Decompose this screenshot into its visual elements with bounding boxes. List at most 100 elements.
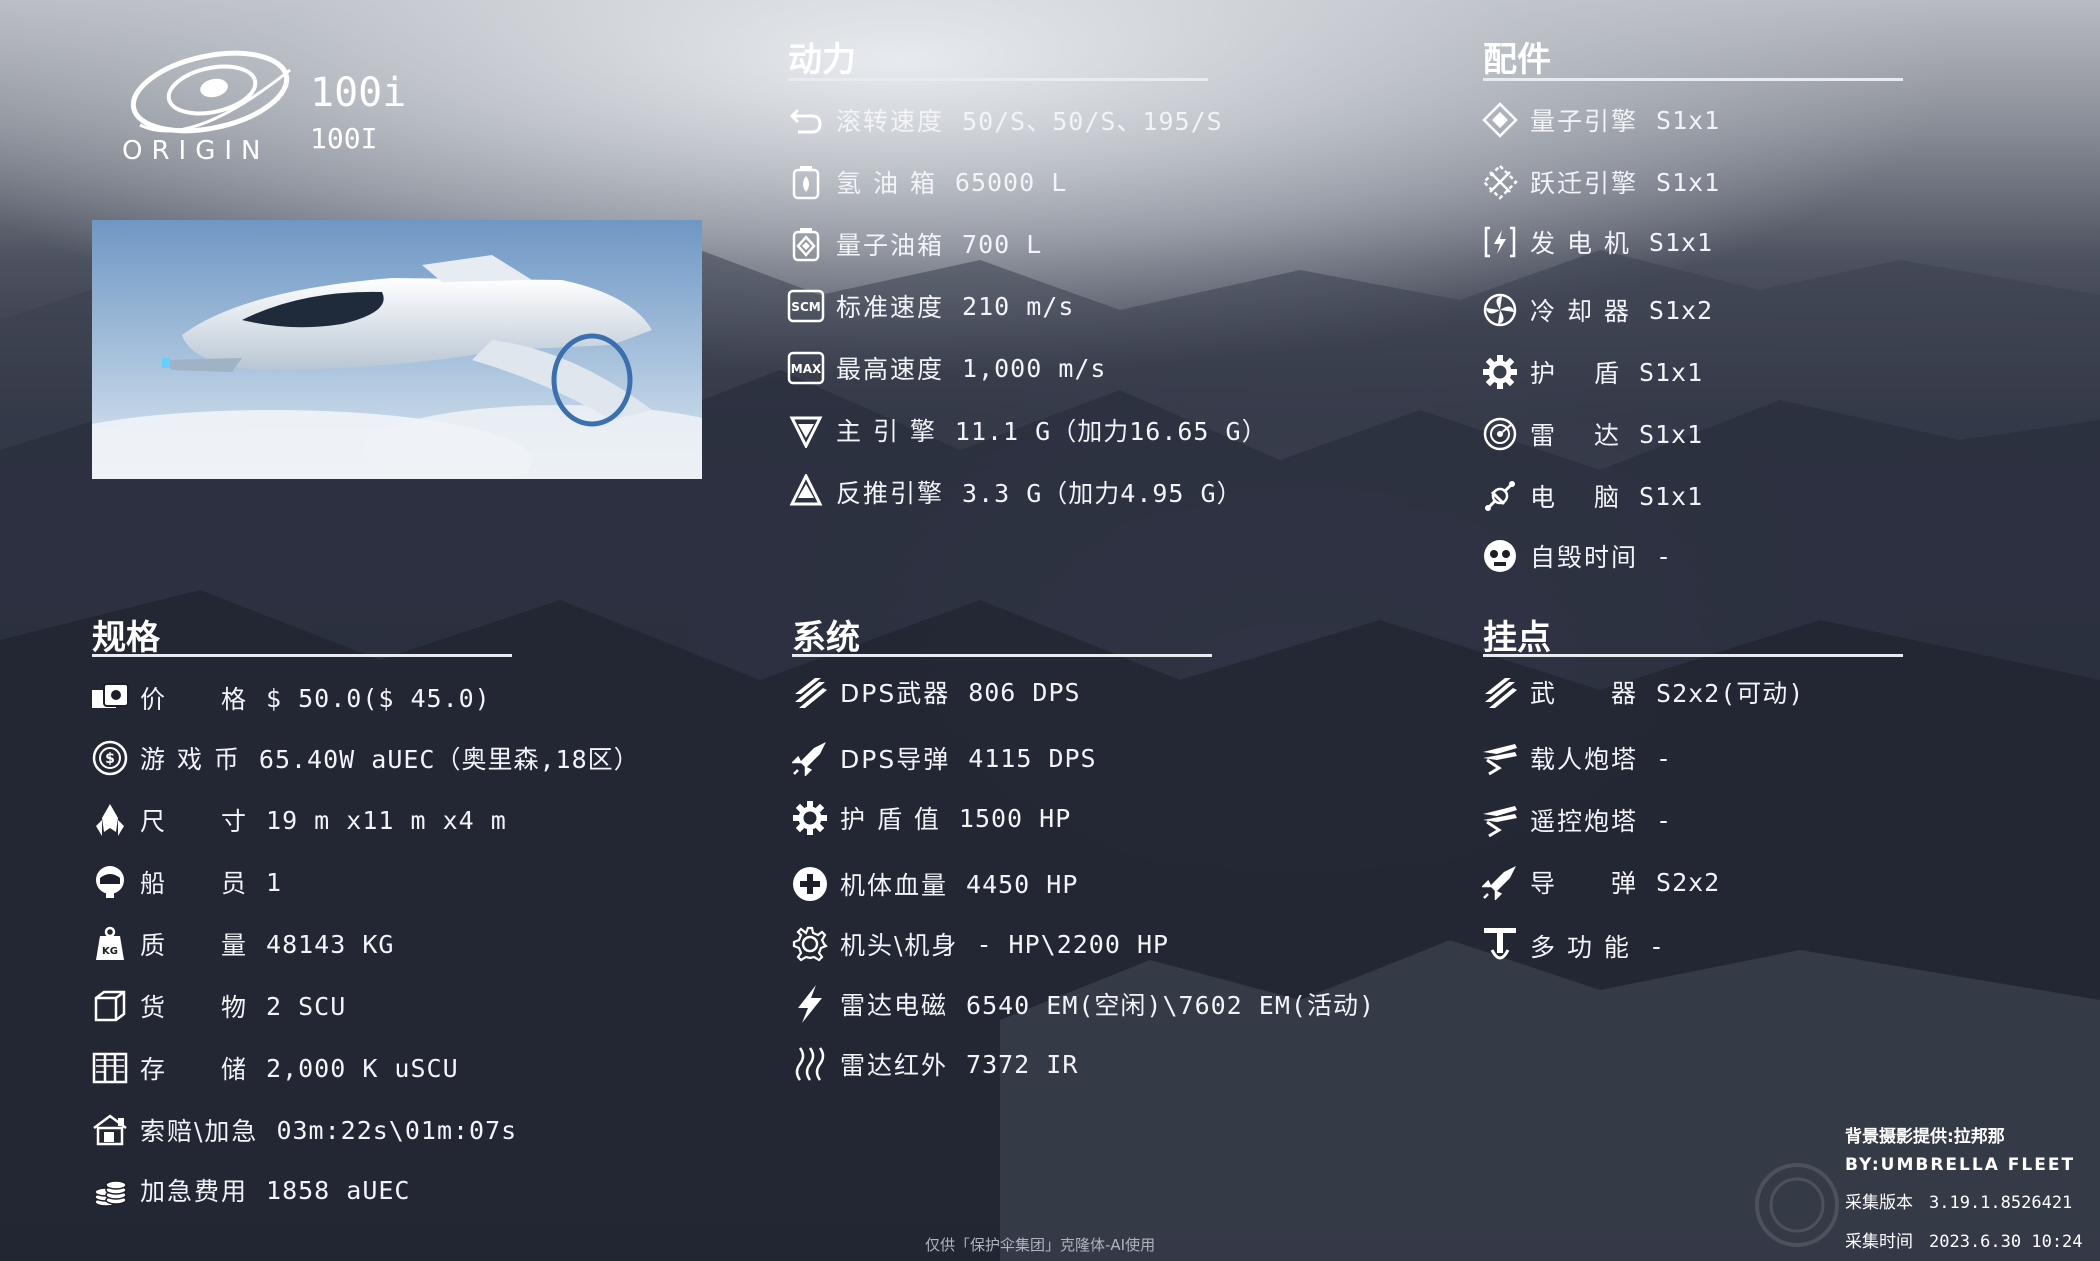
spec-row-size: 尺 寸 19 m x11 m x4 m (90, 800, 507, 840)
price-icon (90, 678, 130, 718)
version-line: 采集版本 3.19.1.8526421 (1845, 1188, 2072, 1213)
crew-icon (90, 862, 130, 902)
system-value: 6540 EM(空闲)\7602 EM(活动) (966, 991, 1375, 1020)
parts-row-cooler: 冷 却 器 S1x2 (1480, 290, 1713, 330)
hardpoint-label: 导 弹 (1530, 869, 1639, 898)
weapon-icon (1480, 672, 1520, 712)
system-value: 7372 IR (966, 1049, 1079, 1079)
section-title-hardpoints: 挂点 (1483, 618, 1551, 658)
system-label: DPS导弹 (840, 745, 951, 774)
hardpoint-value: - (1648, 931, 1665, 961)
parts-value: S1x1 (1656, 105, 1721, 135)
hardpoint-label: 遥控炮塔 (1530, 807, 1639, 836)
spec-label: 质 量 (140, 931, 249, 960)
self-destruct-icon (1480, 536, 1520, 576)
section-title-system: 系统 (792, 618, 860, 658)
system-label: 机头\机身 (840, 931, 959, 960)
parts-row-radar: 雷 达 S1x1 (1480, 414, 1703, 454)
parts-label: 雷 达 (1530, 421, 1621, 450)
section-divider (1483, 654, 1903, 657)
system-label: 护 盾 值 (840, 805, 941, 834)
brand-logo-text: ORIGIN (122, 136, 270, 166)
hardpoint-row-missile: 导 弹 S2x2 (1480, 862, 1720, 902)
system-row-hull-hp: 机体血量 4450 HP (790, 864, 1078, 904)
power-row-quantum-tank: 量子油箱 700 L (786, 224, 1042, 264)
spec-row-cargo: 货 物 2 SCU (90, 986, 346, 1026)
power-label: 主 引 擎 (836, 417, 937, 446)
hardpoint-label: 载人炮塔 (1530, 745, 1639, 774)
power-value: 11.1 G（加力16.65 G） (954, 417, 1268, 446)
parts-label: 发 电 机 (1530, 229, 1631, 258)
hardpoint-value: - (1656, 805, 1673, 835)
ship-image (92, 220, 702, 479)
parts-value: S1x2 (1648, 295, 1714, 325)
claim-icon (90, 1110, 130, 1150)
section-divider (1483, 78, 1903, 81)
spec-row-price: 价 格 $ 50.0($ 45.0) (90, 678, 491, 718)
spec-row-mass: KG 质 量 48143 KG (90, 924, 394, 964)
expedite-fee-icon (90, 1170, 130, 1210)
usage-footer: 仅供「保护伞集团」克隆体-AI使用 (925, 1236, 1156, 1254)
spec-value: 2,000 K uSCU (266, 1053, 459, 1083)
system-value: 4115 DPS (968, 743, 1097, 773)
section-divider (92, 654, 512, 657)
power-row-retro-thruster: 反推引擎 3.3 G（加力4.95 G） (786, 472, 1243, 512)
hardpoint-value: S2x2(可动) (1656, 679, 1805, 708)
power-plant-icon (1480, 222, 1520, 262)
parts-label: 跃迁引擎 (1530, 169, 1639, 198)
hydrogen-tank-icon (786, 162, 826, 202)
mass-icon: KG (90, 924, 130, 964)
spec-value: 1858 aUEC (266, 1175, 411, 1205)
system-row-missile-dps: DPS导弹 4115 DPS (790, 738, 1097, 778)
parts-value: S1x1 (1656, 167, 1721, 197)
section-title-parts: 配件 (1483, 40, 1551, 80)
version-label: 采集版本 (1845, 1193, 1913, 1213)
system-row-radar-em: 雷达电磁 6540 EM(空闲)\7602 EM(活动) (790, 984, 1375, 1024)
shield-icon (1480, 352, 1520, 392)
parts-label: 冷 却 器 (1530, 297, 1631, 326)
power-label: 滚转速度 (836, 107, 945, 136)
jump-drive-icon (1480, 162, 1520, 202)
svg-text:$: $ (105, 751, 115, 767)
main-thruster-icon (786, 410, 826, 450)
hardpoint-row-weapon: 武 器 S2x2(可动) (1480, 672, 1804, 712)
utility-icon (1480, 926, 1520, 966)
version-value: 3.19.1.8526421 (1929, 1193, 2073, 1213)
power-label: 量子油箱 (836, 231, 945, 260)
system-value: 806 DPS (968, 677, 1081, 707)
spec-value: 19 m x11 m x4 m (266, 805, 507, 835)
hardpoint-value: - (1656, 743, 1673, 773)
photo-credit: 背景摄影提供:拉邦那 (1845, 1127, 2005, 1147)
hardpoint-label: 武 器 (1530, 679, 1639, 708)
power-value: 65000 L (954, 167, 1068, 197)
system-value: - HP\2200 HP (976, 929, 1170, 959)
radar-icon (1480, 414, 1520, 454)
cooler-icon (1480, 290, 1520, 330)
spec-value: 1 (266, 867, 283, 897)
power-row-scm-speed: SCM 标准速度 210 m/s (786, 286, 1074, 326)
remote-turret-icon (1480, 800, 1520, 840)
spec-row-coin: $ 游 戏 币 65.40W aUEC（奥里森,18区） (90, 738, 640, 778)
parts-label: 量子引擎 (1530, 107, 1639, 136)
model-code: 100I (310, 122, 378, 155)
gear-icon (790, 924, 830, 964)
cargo-icon (90, 986, 130, 1026)
power-label: 氢 油 箱 (836, 169, 937, 198)
hardpoint-label: 多 功 能 (1530, 933, 1631, 962)
parts-row-shield: 护 盾 S1x1 (1480, 352, 1703, 392)
size-icon (90, 800, 130, 840)
spec-value: $ 50.0($ 45.0) (266, 683, 491, 713)
parts-row-jump-drive: 跃迁引擎 S1x1 (1480, 162, 1720, 202)
parts-row-quantum-drive: 量子引擎 S1x1 (1480, 100, 1720, 140)
retro-thruster-icon (786, 472, 826, 512)
parts-value: S1x1 (1638, 419, 1704, 449)
time-value: 2023.6.30 10:24 (1929, 1232, 2083, 1252)
svg-text:MAX: MAX (791, 362, 822, 376)
spec-label: 船 员 (140, 869, 249, 898)
power-value: 3.3 G（加力4.95 G） (962, 479, 1243, 508)
spec-label: 游 戏 币 (140, 745, 241, 774)
power-row-max-speed: MAX 最高速度 1,000 m/s (786, 348, 1106, 388)
author-credit: BY:UMBRELLA FLEET (1845, 1155, 2076, 1175)
system-label: 雷达电磁 (840, 991, 949, 1020)
spec-value: 65.40W aUEC（奥里森,18区） (258, 745, 640, 774)
